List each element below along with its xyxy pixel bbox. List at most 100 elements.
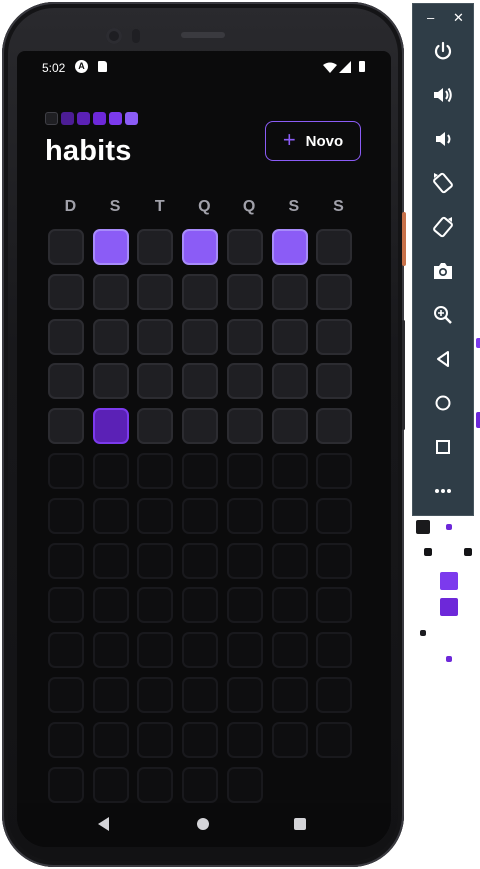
accessibility-icon: A [75, 60, 88, 73]
habit-day-cell[interactable] [316, 363, 353, 400]
page-title: habits [45, 135, 132, 167]
habit-day-cell[interactable] [137, 273, 174, 310]
habit-day-cell [92, 542, 129, 579]
habit-day-cell [226, 721, 263, 758]
habit-day-cell[interactable] [226, 229, 263, 265]
habit-day-cell [182, 632, 219, 669]
habit-day-cell [48, 453, 84, 489]
habit-day-cell [48, 766, 84, 803]
habit-day-cell[interactable] [92, 273, 129, 310]
status-bar: 5:02 A [17, 51, 391, 85]
habit-day-cell[interactable] [137, 363, 174, 400]
habit-day-cell[interactable] [316, 408, 353, 445]
wifi-icon [323, 62, 337, 73]
habit-day-cell [137, 453, 174, 489]
habit-day-cell[interactable] [48, 408, 84, 445]
habit-day-cell[interactable] [48, 318, 84, 355]
nav-back-icon[interactable] [98, 817, 109, 831]
habit-day-cell[interactable] [316, 318, 353, 355]
logo [45, 112, 138, 125]
habit-day-cell [48, 587, 84, 624]
zoom-icon [434, 306, 452, 324]
new-habit-button[interactable]: + Novo [265, 121, 361, 161]
habit-day-cell [316, 453, 353, 489]
habit-day-cell[interactable] [137, 408, 174, 445]
habit-day-cell[interactable] [182, 318, 219, 355]
habit-day-cell [271, 632, 308, 669]
home-button[interactable] [413, 390, 473, 416]
habit-day-cell[interactable] [182, 363, 219, 400]
habit-day-cell [48, 721, 84, 758]
habit-day-cell[interactable] [137, 229, 174, 265]
volume-down-button[interactable] [413, 126, 473, 152]
habit-day-cell[interactable] [137, 318, 174, 355]
habit-day-cell[interactable] [226, 363, 263, 400]
earpiece [181, 32, 225, 38]
background-square [476, 412, 480, 428]
habit-day-cell [48, 632, 84, 669]
habit-day-cell[interactable] [92, 318, 129, 355]
habit-day-cell [182, 542, 219, 579]
zoom-button[interactable] [413, 302, 473, 328]
habit-day-cell[interactable] [48, 363, 84, 400]
habit-day-cell [226, 587, 263, 624]
habit-day-cell[interactable] [48, 229, 84, 265]
volume-up-button[interactable] [413, 82, 473, 108]
weekday-label: Q [198, 198, 211, 215]
habit-day-cell[interactable] [92, 229, 129, 265]
habit-day-cell [226, 766, 263, 803]
habit-day-cell [316, 677, 353, 713]
logo-square [77, 112, 90, 125]
habit-day-cell [137, 542, 174, 579]
habit-day-cell [182, 721, 219, 758]
habit-day-cell [226, 453, 263, 489]
rotate-left-button[interactable] [413, 170, 473, 196]
back-button[interactable] [413, 346, 473, 372]
habit-day-cell [48, 497, 84, 534]
weekday-header: D S T Q Q S S [48, 198, 361, 216]
habit-day-cell[interactable] [92, 363, 129, 400]
weekday-label: S [333, 198, 344, 215]
rotate-right-button[interactable] [413, 214, 473, 240]
habit-day-cell[interactable] [182, 408, 219, 445]
nav-home-icon[interactable] [197, 818, 209, 830]
habit-day-cell [137, 677, 174, 713]
habit-day-cell[interactable] [226, 318, 263, 355]
habit-day-cell[interactable] [92, 408, 129, 445]
habit-day-cell[interactable] [316, 273, 353, 310]
habit-day-cell[interactable] [316, 229, 353, 265]
habit-day-cell [137, 497, 174, 534]
weekday-label: D [64, 198, 77, 215]
background-square [424, 548, 432, 556]
close-icon[interactable]: ✕ [453, 10, 464, 26]
habit-day-cell [271, 721, 308, 758]
habit-day-cell [48, 677, 84, 713]
habit-day-cell[interactable] [226, 408, 263, 445]
weekday-label: S [288, 198, 300, 215]
volume-down-icon [436, 132, 451, 146]
screenshot-button[interactable] [413, 258, 473, 284]
habit-day-cell[interactable] [226, 273, 263, 310]
habit-day-cell[interactable] [48, 273, 84, 310]
habit-day-cell [226, 497, 263, 534]
habit-day-cell [137, 632, 174, 669]
overview-icon [436, 440, 450, 454]
habit-day-cell [137, 587, 174, 624]
habit-day-cell [271, 497, 308, 534]
habit-day-cell[interactable] [271, 408, 308, 445]
background-square [446, 656, 452, 662]
habit-day-cell [316, 542, 353, 579]
habit-day-cell[interactable] [182, 229, 219, 265]
habit-day-cell[interactable] [271, 318, 308, 355]
more-icon [435, 489, 451, 493]
more-button[interactable] [413, 478, 473, 504]
overview-button[interactable] [413, 434, 473, 460]
habit-day-cell[interactable] [271, 363, 308, 400]
minimize-icon[interactable]: – [427, 10, 434, 25]
new-habit-label: Novo [305, 132, 344, 150]
habit-day-cell[interactable] [182, 273, 219, 310]
habit-day-cell[interactable] [271, 273, 308, 310]
nav-recents-icon[interactable] [294, 818, 306, 830]
habit-day-cell[interactable] [271, 229, 308, 265]
power-button[interactable] [413, 38, 473, 64]
